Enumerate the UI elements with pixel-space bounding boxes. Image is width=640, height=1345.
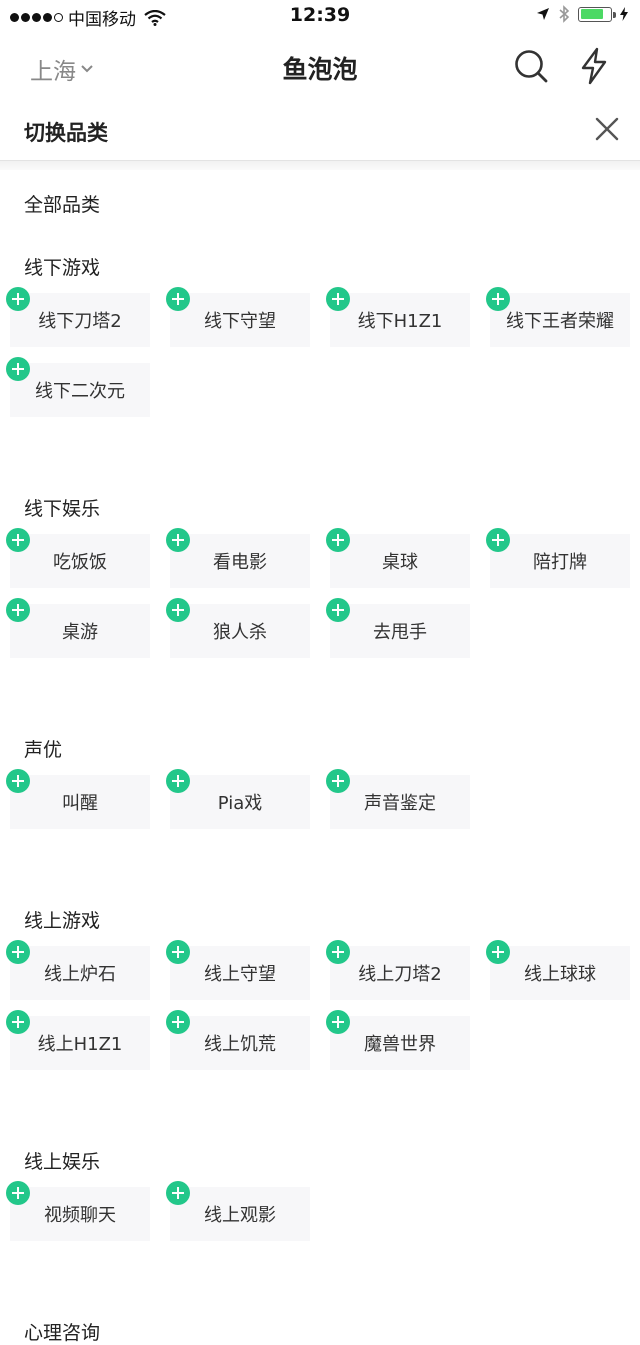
chip-label: 魔兽世界 — [364, 1034, 436, 1055]
category-chip[interactable]: 线下王者荣耀 — [486, 287, 630, 347]
section-title: 线下游戏 — [24, 257, 101, 279]
category-chip[interactable]: 狼人杀 — [166, 598, 310, 658]
chip-label: 线上球球 — [524, 964, 596, 985]
close-icon[interactable] — [592, 114, 622, 144]
switch-category-header: 切换品类 — [0, 100, 640, 161]
charging-icon — [620, 7, 628, 21]
category-chip[interactable]: 线下H1Z1 — [326, 287, 470, 347]
chip-label: 线下守望 — [204, 311, 276, 332]
category-chip[interactable]: 线上观影 — [166, 1181, 310, 1241]
location-arrow-icon — [537, 8, 549, 20]
chip-label: 吃饭饭 — [53, 552, 107, 573]
chip-label: 叫醒 — [62, 793, 98, 814]
chip-label: 桌球 — [382, 552, 418, 573]
chip-label: Pia戏 — [217, 793, 263, 814]
section-title: 线上游戏 — [24, 910, 101, 932]
category-chip[interactable]: 线上守望 — [166, 940, 310, 1000]
category-chip[interactable]: 线上刀塔2 — [326, 940, 470, 1000]
chip-label: 视频聊天 — [44, 1205, 116, 1226]
status-right — [536, 5, 628, 23]
category-chip[interactable]: 桌球 — [326, 528, 470, 588]
battery-icon — [578, 6, 616, 22]
chip-label: 线下刀塔2 — [38, 311, 122, 332]
chip-label: 线下二次元 — [35, 381, 125, 402]
category-chip[interactable]: 吃饭饭 — [6, 528, 150, 588]
section-title: 心理咨询 — [24, 1322, 101, 1344]
category-chip[interactable]: 陪打牌 — [486, 528, 630, 588]
chip-label: 陪打牌 — [533, 552, 587, 573]
chip-label: 线下王者荣耀 — [506, 311, 614, 332]
category-chip[interactable]: 桌游 — [6, 598, 150, 658]
category-chip[interactable]: 视频聊天 — [6, 1181, 150, 1241]
category-chip[interactable]: 看电影 — [166, 528, 310, 588]
chip-label: 线上刀塔2 — [358, 964, 442, 985]
section-title: 线上娱乐 — [24, 1151, 101, 1173]
category-chip[interactable]: 魔兽世界 — [326, 1010, 470, 1070]
chip-label: 去甩手 — [373, 622, 427, 643]
category-chip[interactable]: Pia戏 — [166, 769, 310, 829]
chip-label: 看电影 — [213, 552, 267, 573]
chip-label: 线上观影 — [204, 1205, 276, 1226]
category-chip[interactable]: 去甩手 — [326, 598, 470, 658]
search-icon[interactable] — [511, 46, 551, 86]
divider — [0, 161, 640, 170]
nav-bar: 上海 鱼泡泡 — [0, 34, 640, 100]
chip-label: 狼人杀 — [213, 622, 267, 643]
section-title: 线下娱乐 — [24, 498, 101, 520]
category-chip[interactable]: 声音鉴定 — [326, 769, 470, 829]
category-chip[interactable]: 线下刀塔2 — [6, 287, 150, 347]
chip-label: 声音鉴定 — [364, 793, 436, 814]
category-chip[interactable]: 线上H1Z1 — [6, 1010, 150, 1070]
category-chip[interactable]: 线下守望 — [166, 287, 310, 347]
chip-label: 线上饥荒 — [204, 1034, 276, 1055]
lightning-icon[interactable] — [574, 46, 614, 86]
category-chip[interactable]: 线上饥荒 — [166, 1010, 310, 1070]
all-categories-item[interactable]: 全部品类 — [24, 190, 100, 217]
chip-label: 桌游 — [62, 622, 98, 643]
bluetooth-icon — [559, 5, 570, 23]
category-chip[interactable]: 线上炉石 — [6, 940, 150, 1000]
chip-label: 线上炉石 — [44, 964, 116, 985]
chip-label: 线上H1Z1 — [37, 1034, 123, 1055]
category-chip[interactable]: 叫醒 — [6, 769, 150, 829]
category-chip[interactable]: 线上球球 — [486, 940, 630, 1000]
chip-label: 线上守望 — [204, 964, 276, 985]
chip-label: 线下H1Z1 — [357, 311, 443, 332]
section-title: 声优 — [24, 739, 63, 761]
switch-category-title: 切换品类 — [24, 121, 108, 145]
category-chip[interactable]: 线下二次元 — [6, 357, 150, 417]
status-bar: 中国移动 12:39 — [0, 0, 640, 34]
